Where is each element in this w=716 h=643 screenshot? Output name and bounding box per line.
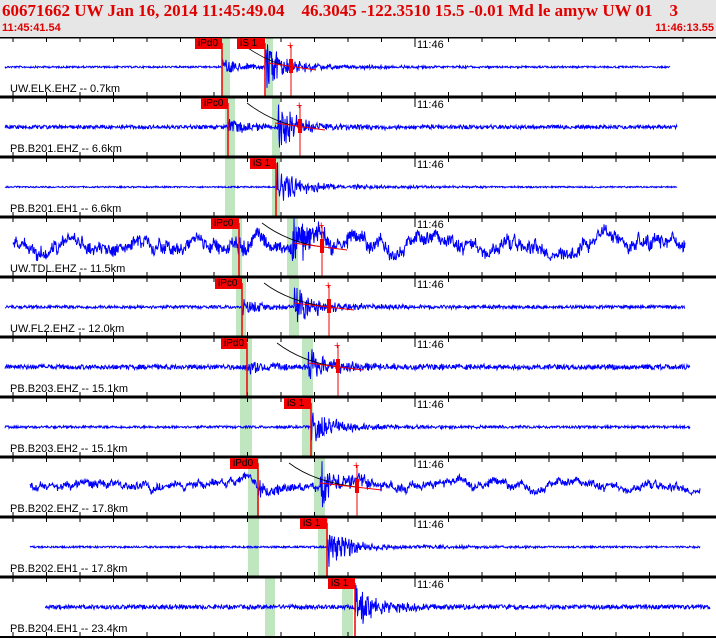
- station-label: PB.B204.EH1 -- 23.4km: [10, 623, 128, 635]
- phase-pick-label[interactable]: iS 1: [328, 578, 355, 589]
- event-header: 60671662 UW Jan 16, 2014 11:45:49.04 46.…: [0, 0, 716, 37]
- waveform: [4, 104, 678, 148]
- station-label: UW.FL2.EHZ -- 12.0km: [10, 323, 125, 335]
- coda-marker: [355, 479, 359, 493]
- minute-label: 11:46: [417, 339, 444, 351]
- start-time: 11:45:41.54: [2, 22, 61, 34]
- plus-icon: +: [334, 340, 340, 352]
- waveform: [44, 585, 711, 624]
- station-label: UW.ELK.EHZ -- 0.7km: [10, 83, 121, 95]
- waveform: [4, 412, 691, 442]
- seismogram-panel[interactable]: + + + + + + iPd0 iS 1 11:46 UW.ELK.EHZ -- 0.7km i…: [0, 35, 716, 643]
- plus-icon: +: [353, 460, 359, 472]
- plus-icon: +: [296, 100, 302, 112]
- minute-label: 11:46: [417, 459, 444, 471]
- waveform: [29, 461, 701, 508]
- station-label: PB.B203.EH2 -- 15.1km: [10, 443, 128, 455]
- plus-icon: +: [325, 280, 331, 292]
- minute-label: 11:46: [417, 399, 444, 411]
- phase-pick-label[interactable]: iS 1: [284, 398, 311, 409]
- coda-marker: [327, 299, 331, 313]
- waveform: [4, 162, 678, 201]
- minute-label: 11:46: [417, 219, 444, 231]
- minute-label: 11:46: [417, 519, 444, 531]
- end-time: 11:46:13.55: [655, 22, 714, 34]
- plus-icon: +: [287, 40, 293, 52]
- traces-canvas[interactable]: + + + + + +: [0, 35, 716, 638]
- station-label: PB.B202.EH1 -- 17.8km: [10, 563, 128, 575]
- waveform: [4, 44, 671, 88]
- waveform: [4, 349, 691, 380]
- phase-pick-label[interactable]: iS 1: [300, 518, 327, 529]
- minute-label: 11:46: [417, 579, 444, 591]
- station-label: PB.B201.EHZ -- 6.6km: [10, 143, 122, 155]
- coda-marker: [289, 59, 293, 73]
- coda-marker: [298, 119, 302, 133]
- coda-marker: [336, 359, 340, 373]
- event-title: 60671662 UW Jan 16, 2014 11:45:49.04 46.…: [2, 1, 679, 20]
- minute-label: 11:46: [417, 159, 444, 171]
- minute-label: 11:46: [417, 99, 444, 111]
- plus-icon: +: [318, 220, 324, 232]
- station-label: PB.B202.EHZ -- 17.8km: [10, 503, 128, 515]
- station-label: UW.TDL.EHZ -- 11.5km: [10, 263, 126, 275]
- phase-pick-label[interactable]: iS 1: [237, 38, 265, 49]
- minute-label: 11:46: [417, 279, 444, 291]
- phase-pick-label[interactable]: iPc0: [201, 98, 228, 109]
- station-label: PB.B203.EHZ -- 15.1km: [10, 383, 128, 395]
- waveform: [29, 534, 701, 567]
- waveform: [12, 218, 686, 261]
- waveform: [4, 287, 686, 323]
- phase-pick-label[interactable]: iPc0: [215, 278, 242, 289]
- minute-label: 11:46: [417, 39, 444, 51]
- phase-pick-label[interactable]: iPc0: [211, 218, 239, 229]
- phase-pick-label[interactable]: iPd0: [221, 338, 247, 349]
- phase-pick-label[interactable]: iPd0: [230, 458, 258, 469]
- coda-marker: [320, 239, 324, 253]
- phase-pick-label[interactable]: iPd0: [195, 38, 222, 49]
- station-label: PB.B201.EH1 -- 6.6km: [10, 203, 122, 215]
- phase-pick-label[interactable]: iS 1: [250, 158, 276, 169]
